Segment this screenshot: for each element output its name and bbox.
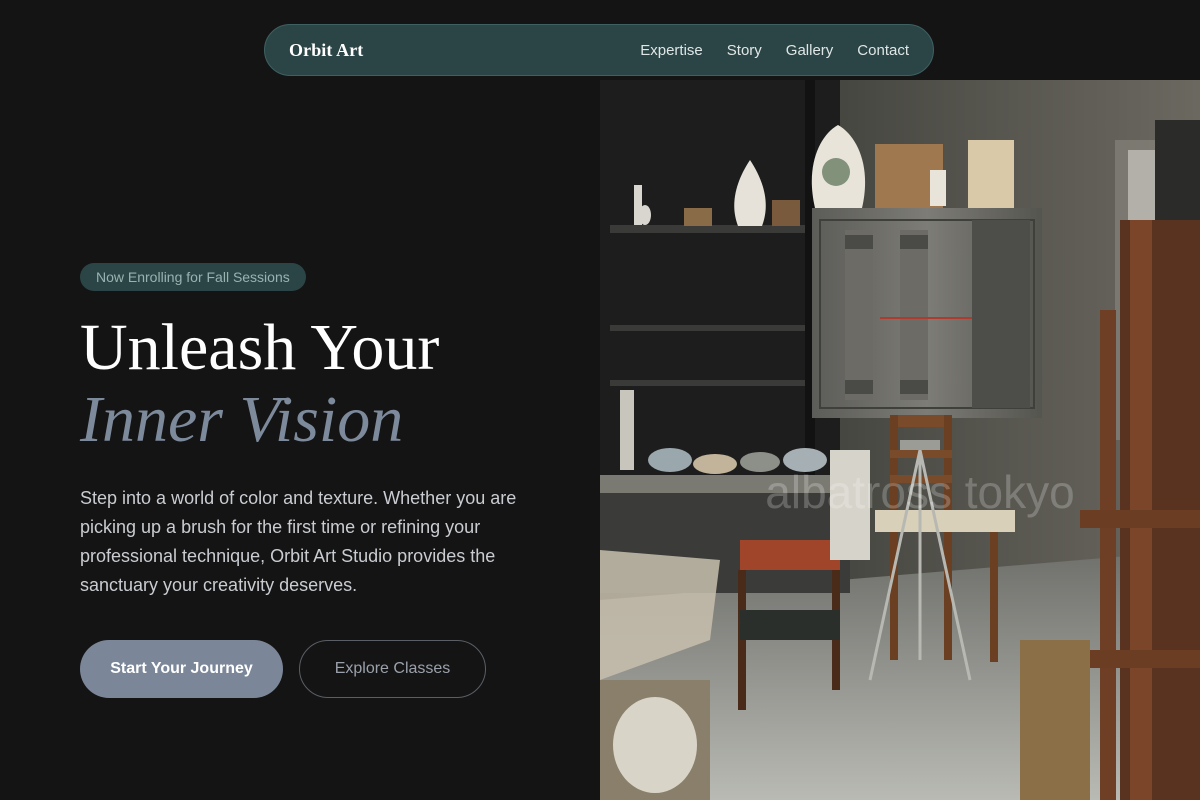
headline-line-2: Inner Vision — [80, 383, 404, 456]
brand-logo[interactable]: Orbit Art — [289, 40, 363, 61]
landing-page: Orbit Art Expertise Story Gallery Contac… — [0, 0, 1200, 800]
image-watermark: albatross tokyo — [765, 466, 1074, 518]
nav-links: Expertise Story Gallery Contact — [640, 42, 909, 59]
start-journey-button[interactable]: Start Your Journey — [80, 640, 283, 698]
nav-link-contact[interactable]: Contact — [857, 42, 909, 59]
hero-headline: Unleash Your Inner Vision — [80, 312, 439, 456]
hero-studio-image: albatross tokyo — [600, 80, 1200, 800]
headline-line-1: Unleash Your — [80, 311, 440, 384]
explore-classes-button[interactable]: Explore Classes — [299, 640, 486, 698]
nav-link-gallery[interactable]: Gallery — [786, 42, 834, 59]
nav-link-story[interactable]: Story — [727, 42, 762, 59]
enrollment-badge: Now Enrolling for Fall Sessions — [80, 263, 306, 291]
hero-description: Step into a world of color and texture. … — [80, 488, 517, 595]
nav-link-expertise[interactable]: Expertise — [640, 42, 703, 59]
top-nav: Orbit Art Expertise Story Gallery Contac… — [264, 24, 934, 76]
